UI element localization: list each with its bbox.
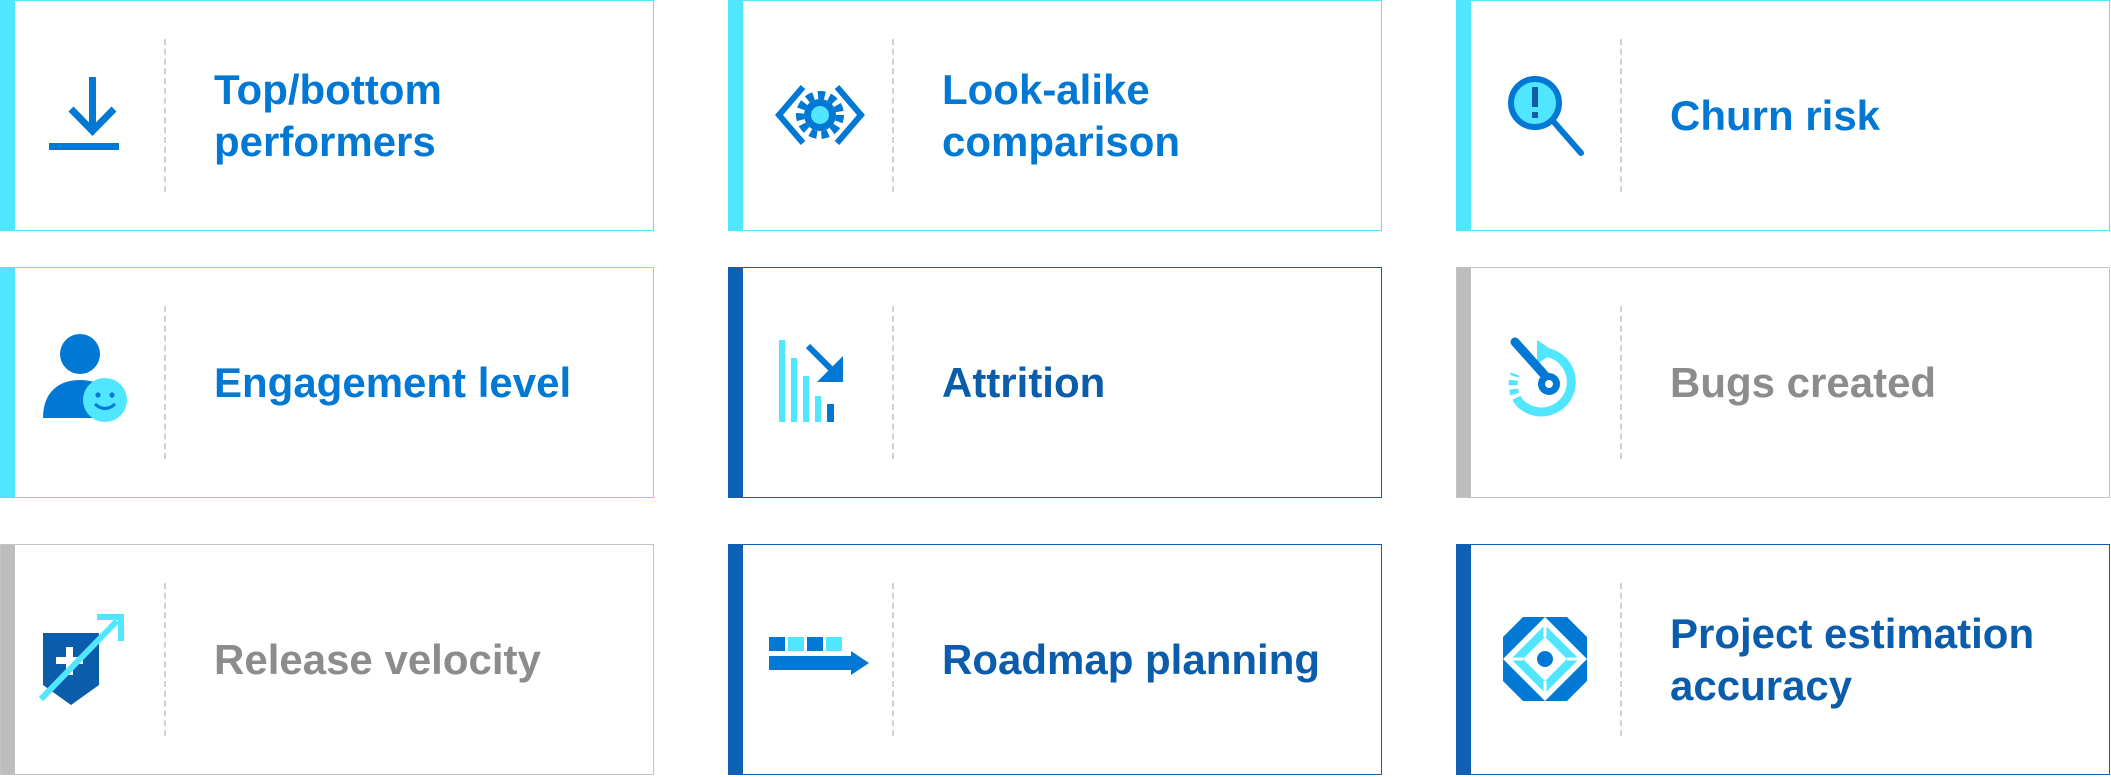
card-bugs-created: Bugs created bbox=[1456, 267, 2110, 498]
card-accent-bar bbox=[1, 1, 15, 230]
declining-bars-icon bbox=[765, 330, 875, 435]
card-accent-bar bbox=[1457, 545, 1471, 774]
card-divider bbox=[892, 583, 894, 736]
wrench-refresh-icon bbox=[1493, 330, 1603, 435]
card-label: Engagement level bbox=[214, 358, 572, 406]
card-divider bbox=[164, 583, 166, 736]
card-accent-bar bbox=[729, 1, 743, 230]
card-label: Project estimation accuracy bbox=[1670, 609, 2035, 709]
card-look-alike-comparison: Look-alike comparison bbox=[728, 0, 1382, 231]
card-divider bbox=[1620, 306, 1622, 459]
card-accent-bar bbox=[729, 268, 743, 497]
card-accent-bar bbox=[1457, 1, 1471, 230]
code-gear-icon bbox=[765, 63, 875, 168]
card-label: Top/bottom performers bbox=[214, 65, 442, 165]
person-smile-icon bbox=[37, 330, 147, 435]
card-label: Churn risk bbox=[1670, 91, 1881, 139]
card-label: Look-alike comparison bbox=[942, 65, 1181, 165]
card-label: Attrition bbox=[942, 358, 1106, 406]
card-label: Bugs created bbox=[1670, 358, 1937, 406]
card-label: Release velocity bbox=[214, 635, 541, 683]
card-divider bbox=[892, 306, 894, 459]
card-divider bbox=[164, 306, 166, 459]
card-churn-risk: Churn risk bbox=[1456, 0, 2110, 231]
card-attrition: Attrition bbox=[728, 267, 1382, 498]
card-top-bottom-performers: Top/bottom performers bbox=[0, 0, 654, 231]
shield-arrow-icon bbox=[37, 607, 147, 712]
card-divider bbox=[892, 39, 894, 192]
card-accent-bar bbox=[1, 268, 15, 497]
card-divider bbox=[1620, 39, 1622, 192]
download-icon bbox=[37, 63, 147, 168]
card-engagement-level: Engagement level bbox=[0, 267, 654, 498]
card-divider bbox=[164, 39, 166, 192]
card-roadmap-planning: Roadmap planning bbox=[728, 544, 1382, 775]
card-project-estimation-accuracy: Project estimation accuracy bbox=[1456, 544, 2110, 775]
card-accent-bar bbox=[1, 545, 15, 774]
card-label: Roadmap planning bbox=[942, 635, 1320, 683]
card-divider bbox=[1620, 583, 1622, 736]
card-release-velocity: Release velocity bbox=[0, 544, 654, 775]
diamond-target-icon bbox=[1493, 607, 1603, 712]
roadmap-arrow-icon bbox=[765, 607, 875, 712]
alert-magnifier-icon bbox=[1493, 63, 1603, 168]
card-accent-bar bbox=[729, 545, 743, 774]
card-accent-bar bbox=[1457, 268, 1471, 497]
